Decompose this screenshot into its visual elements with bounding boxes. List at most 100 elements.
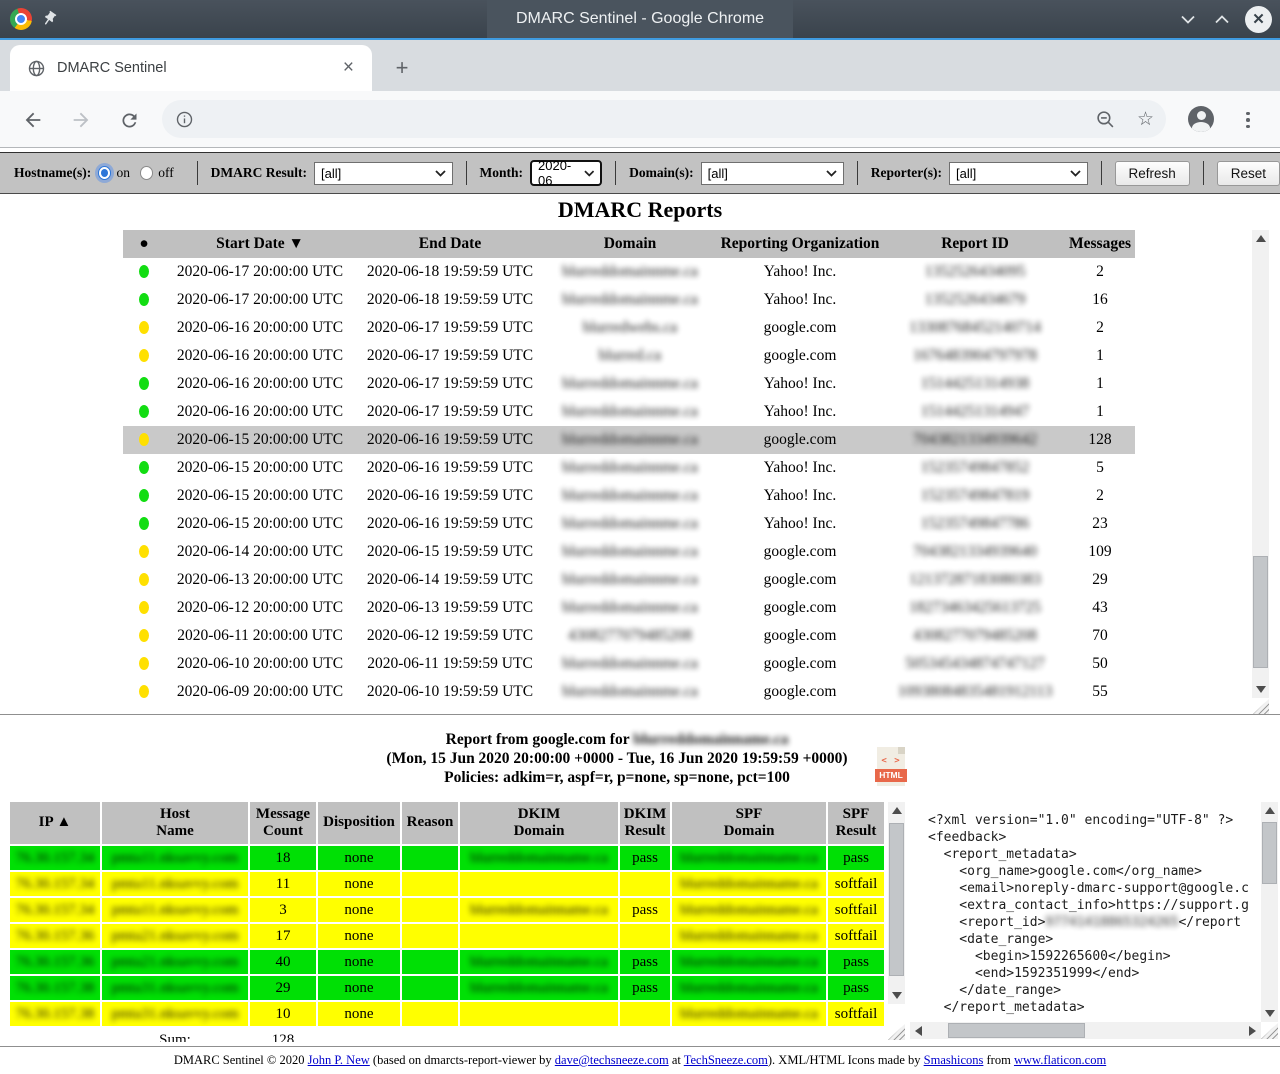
reload-button[interactable] [117, 108, 141, 132]
chevron-down-icon [584, 170, 595, 177]
end-date-cell: 2020-06-18 19:59:59 UTC [355, 286, 545, 314]
scroll-down-arrow[interactable] [888, 987, 905, 1004]
profile-avatar[interactable] [1188, 106, 1214, 132]
scroll-up-arrow[interactable] [1252, 230, 1269, 247]
close-window-button[interactable]: ✕ [1245, 6, 1272, 33]
messages-cell: 128 [1065, 426, 1135, 454]
report-row[interactable]: 2020-06-12 20:00:00 UTC2020-06-13 19:59:… [123, 594, 1135, 622]
footer-link[interactable]: dave@techsneeze.com [555, 1053, 669, 1067]
detail-header-count[interactable]: Message Count [250, 802, 316, 844]
forward-button[interactable] [69, 108, 93, 132]
new-tab-button[interactable]: + [388, 54, 416, 82]
reporters-select[interactable]: [all] [949, 162, 1088, 185]
sum-label: Sum: [102, 1028, 248, 1042]
scroll-up-arrow[interactable] [888, 802, 905, 819]
footer-link[interactable]: John P. New [308, 1053, 370, 1067]
detail-header-spf-domain[interactable]: SPF Domain [672, 802, 826, 844]
report-row[interactable]: 2020-06-15 20:00:00 UTC2020-06-16 19:59:… [123, 426, 1135, 454]
xml-viewer[interactable]: <?xml version="1.0" encoding="UTF-8" ?><… [910, 802, 1278, 1039]
back-button[interactable] [21, 108, 45, 132]
footer-link[interactable]: Smashicons [924, 1053, 984, 1067]
detail-header-dkim-domain[interactable]: DKIM Domain [460, 802, 618, 844]
detail-header-ip[interactable]: IP ▲ [10, 802, 100, 844]
scroll-thumb[interactable] [889, 823, 904, 976]
report-row[interactable]: 2020-06-15 20:00:00 UTC2020-06-16 19:59:… [123, 454, 1135, 482]
spf-domain-cell: blurreddomainname.ca [672, 846, 826, 870]
report-row[interactable]: 2020-06-16 20:00:00 UTC2020-06-17 19:59:… [123, 370, 1135, 398]
report-row[interactable]: 2020-06-09 20:00:00 UTC2020-06-10 19:59:… [123, 678, 1135, 706]
report-id-cell: 15144251314947 [885, 398, 1065, 426]
start-date-cell: 2020-06-14 20:00:00 UTC [165, 538, 355, 566]
org-cell: google.com [715, 594, 885, 622]
report-row[interactable]: 2020-06-17 20:00:00 UTC2020-06-18 19:59:… [123, 286, 1135, 314]
start-date-cell: 2020-06-15 20:00:00 UTC [165, 426, 355, 454]
column-header-org[interactable]: Reporting Organization [715, 230, 885, 258]
status-cell [123, 286, 165, 314]
column-header-start-date[interactable]: Start Date ▼ [165, 230, 355, 258]
report-row[interactable]: 2020-06-14 20:00:00 UTC2020-06-15 19:59:… [123, 538, 1135, 566]
column-header-status[interactable]: ● [123, 230, 165, 258]
end-date-cell: 2020-06-17 19:59:59 UTC [355, 370, 545, 398]
report-row[interactable]: 2020-06-17 20:00:00 UTC2020-06-18 19:59:… [123, 258, 1135, 286]
spf-domain-cell: blurreddomainname.ca [672, 976, 826, 1000]
hostname-on-radio[interactable] [98, 166, 111, 180]
domains-select[interactable]: [all] [701, 162, 844, 185]
message-count-cell: 40 [250, 950, 316, 974]
tab-close-icon[interactable]: × [343, 60, 354, 76]
scroll-down-arrow[interactable] [1252, 681, 1269, 698]
xml-v-scrollbar[interactable] [1261, 802, 1278, 1022]
detail-header-dkim-result[interactable]: DKIM Result [620, 802, 670, 844]
scroll-right-arrow[interactable] [1244, 1022, 1261, 1039]
reports-scrollbar[interactable] [1252, 230, 1269, 698]
xml-h-scrollbar[interactable] [910, 1022, 1261, 1039]
month-select[interactable]: 2020-06 [530, 160, 602, 186]
report-row[interactable]: 2020-06-13 20:00:00 UTC2020-06-14 19:59:… [123, 566, 1135, 594]
report-row[interactable]: 2020-06-10 20:00:00 UTC2020-06-11 19:59:… [123, 650, 1135, 678]
footer-link[interactable]: TechSneeze.com [684, 1053, 768, 1067]
maximize-button[interactable] [1211, 8, 1233, 30]
scroll-thumb[interactable] [948, 1023, 1085, 1038]
status-dot-green [139, 293, 149, 306]
menu-icon[interactable] [1244, 108, 1252, 132]
column-header-domain[interactable]: Domain [545, 230, 715, 258]
report-row[interactable]: 2020-06-15 20:00:00 UTC2020-06-16 19:59:… [123, 482, 1135, 510]
footer-link[interactable]: www.flaticon.com [1014, 1053, 1106, 1067]
report-row[interactable]: 2020-06-11 20:00:00 UTC2020-06-12 19:59:… [123, 622, 1135, 650]
report-row[interactable]: 2020-06-16 20:00:00 UTC2020-06-17 19:59:… [123, 342, 1135, 370]
bookmark-star-icon[interactable]: ☆ [1137, 108, 1154, 130]
disposition-cell: none [318, 898, 400, 922]
html-view-icon[interactable]: < > HTML [877, 747, 905, 786]
detail-header-host[interactable]: Host Name [102, 802, 248, 844]
address-bar[interactable]: ☆ [162, 100, 1166, 138]
refresh-button[interactable]: Refresh [1115, 161, 1190, 186]
reason-cell [402, 846, 458, 870]
window-titlebar[interactable]: DMARC Sentinel - Google Chrome ✕ [0, 0, 1280, 38]
detail-header-reason[interactable]: Reason [402, 802, 458, 844]
scroll-thumb[interactable] [1253, 556, 1268, 668]
resize-grip[interactable] [888, 1024, 905, 1040]
scroll-left-arrow[interactable] [910, 1022, 927, 1039]
column-header-end-date[interactable]: End Date [355, 230, 545, 258]
detail-scrollbar[interactable] [888, 802, 905, 1004]
report-row[interactable]: 2020-06-16 20:00:00 UTC2020-06-17 19:59:… [123, 398, 1135, 426]
report-row[interactable]: 2020-06-15 20:00:00 UTC2020-06-16 19:59:… [123, 510, 1135, 538]
zoom-out-icon[interactable] [1096, 110, 1115, 129]
scroll-down-arrow[interactable] [1261, 1005, 1278, 1022]
scroll-thumb[interactable] [1262, 822, 1277, 884]
dkim-domain-cell: blurreddomainname.ca [460, 898, 618, 922]
scroll-up-arrow[interactable] [1261, 802, 1278, 819]
browser-tab[interactable]: DMARC Sentinel × [10, 45, 372, 91]
column-header-report-id[interactable]: Report ID [885, 230, 1065, 258]
domain-cell: blurreddomainnme.ca [545, 538, 715, 566]
detail-table-container[interactable]: IP ▲ Host Name Message Count Disposition… [8, 800, 886, 1042]
detail-header-disposition[interactable]: Disposition [318, 802, 400, 844]
dmarc-result-select[interactable]: [all] [314, 162, 453, 185]
report-row[interactable]: 2020-06-16 20:00:00 UTC2020-06-17 19:59:… [123, 314, 1135, 342]
minimize-button[interactable] [1177, 8, 1199, 30]
resize-grip[interactable] [1252, 699, 1269, 715]
column-header-messages[interactable]: Messages [1065, 230, 1135, 258]
reset-button[interactable]: Reset [1217, 161, 1280, 186]
info-icon[interactable] [176, 111, 193, 128]
hostname-off-radio[interactable] [140, 166, 153, 180]
detail-header-spf-result[interactable]: SPF Result [828, 802, 884, 844]
